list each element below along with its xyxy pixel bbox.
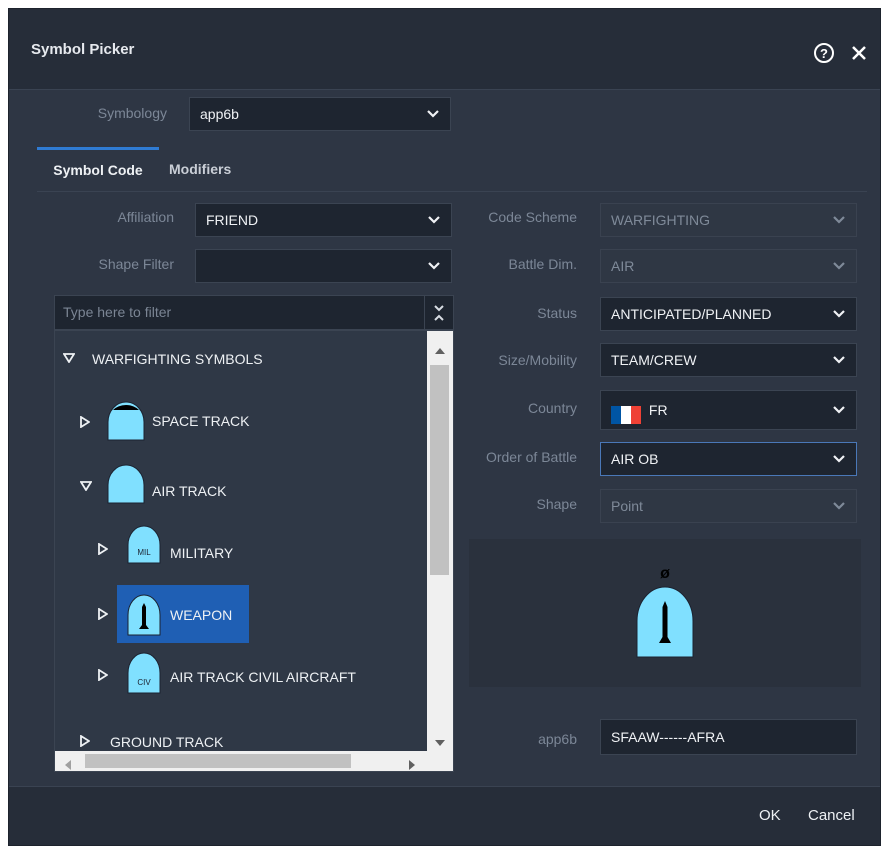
horizontal-scroll-thumb[interactable] [85,754,351,768]
tree-filter-input[interactable]: Type here to filter [54,295,454,330]
size-mobility-label: Size/Mobility [498,352,577,368]
tree-item-military[interactable]: MILITARY [170,540,233,566]
cancel-button[interactable]: Cancel [808,807,855,824]
symbology-label: Symbology [97,105,167,121]
space-track-symbol-icon [105,398,147,447]
air-track-symbol-icon [105,461,147,510]
tab-divider [37,191,867,192]
weapon-symbol-icon [125,591,163,642]
order-of-battle-value: AIR OB [611,451,659,467]
scroll-up-icon[interactable] [435,341,445,359]
shape-filter-select[interactable] [195,249,452,283]
country-value: FR [648,402,668,418]
shape-select[interactable]: Point [600,489,857,523]
chevron-down-icon [425,204,443,236]
symbol-tree: WARFIGHTING SYMBOLS SPACE TRACK AIR TRAC… [54,330,454,772]
france-flag-icon [611,400,641,425]
preview-symbol: ø [635,565,695,661]
chevron-down-icon [830,443,848,475]
collapsed-triangle-icon[interactable] [80,734,91,750]
order-of-battle-label: Order of Battle [485,449,577,465]
chevron-down-icon [425,250,443,282]
civil-badge: CIV [137,678,151,687]
title-bar: Symbol Picker ? [9,9,880,90]
code-label: app6b [538,731,577,747]
battle-dim-value: AIR [611,258,635,274]
status-select[interactable]: ANTICIPATED/PLANNED [600,297,857,331]
symbology-value: app6b [200,106,239,122]
scroll-right-icon[interactable] [409,757,415,771]
tab-symbol-code[interactable]: Symbol Code [37,147,159,191]
battle-dim-label: Battle Dim. [508,256,577,272]
filter-placeholder: Type here to filter [63,304,172,320]
code-scheme-label: Code Scheme [488,209,577,225]
affiliation-value: FRIEND [206,212,259,228]
chevron-down-icon [424,98,442,130]
expanded-triangle-icon[interactable] [62,353,76,366]
civil-aircraft-symbol-icon: CIV [125,649,163,700]
size-mobility-value: TEAM/CREW [611,352,697,368]
scroll-down-icon[interactable] [435,733,445,751]
shape-label: Shape [536,496,577,512]
chevron-down-icon [830,298,848,330]
battle-dim-select[interactable]: AIR [600,249,857,283]
country-select[interactable]: FR [600,390,857,430]
affiliation-select[interactable]: FRIEND [195,203,452,237]
military-symbol-icon: MIL [125,523,163,570]
help-icon[interactable]: ? [810,39,838,67]
expanded-triangle-icon[interactable] [79,481,93,494]
dialog-title: Symbol Picker [31,41,135,58]
tree-item-civil-aircraft[interactable]: AIR TRACK CIVIL AIRCRAFT [170,664,356,690]
code-scheme-select[interactable]: WARFIGHTING [600,203,857,237]
code-scheme-value: WARFIGHTING [611,212,711,228]
shape-value: Point [611,498,643,514]
chevron-down-icon [830,490,848,522]
code-field[interactable]: SFAAW------AFRA [600,719,857,755]
tree-item-air-track[interactable]: AIR TRACK [152,478,226,504]
shape-filter-label: Shape Filter [98,256,174,272]
svg-text:?: ? [820,46,828,61]
size-mobility-select[interactable]: TEAM/CREW [600,343,857,377]
dialog-footer: OK Cancel [9,786,880,845]
tree-item-warfighting-symbols[interactable]: WARFIGHTING SYMBOLS [92,346,263,372]
chevron-down-icon [830,250,848,282]
status-value: ANTICIPATED/PLANNED [611,306,772,322]
tree-vertical-scrollbar[interactable] [427,331,453,751]
tab-modifiers[interactable]: Modifiers [169,147,259,191]
symbology-select[interactable]: app6b [189,97,451,131]
tree-item-space-track[interactable]: SPACE TRACK [152,408,250,434]
weapon-preview-icon [636,586,694,658]
order-of-battle-select[interactable]: AIR OB [600,442,857,476]
tree-item-weapon[interactable]: WEAPON [170,602,232,628]
chevron-down-icon [830,344,848,376]
country-label: Country [527,400,577,416]
close-icon[interactable] [845,39,873,67]
military-badge: MIL [137,548,151,557]
code-value: SFAAW------AFRA [611,729,725,745]
collapsed-triangle-icon[interactable] [98,542,109,558]
collapsed-triangle-icon[interactable] [98,668,109,684]
tree-horizontal-scrollbar[interactable] [55,751,453,771]
chevron-down-icon [830,204,848,236]
symbol-picker-dialog: Symbol Picker ? Symbology app6b Symbol C… [8,8,881,846]
ok-button[interactable]: OK [759,807,781,824]
collapse-all-icon[interactable] [424,296,453,329]
collapsed-triangle-icon[interactable] [98,607,109,623]
symbol-preview-panel: ø [469,539,861,687]
chevron-down-icon [830,391,848,429]
affiliation-label: Affiliation [117,209,174,225]
scroll-left-icon[interactable] [65,757,71,771]
collapsed-triangle-icon[interactable] [80,415,91,431]
status-label: Status [537,305,577,321]
vertical-scroll-thumb[interactable] [430,365,449,575]
